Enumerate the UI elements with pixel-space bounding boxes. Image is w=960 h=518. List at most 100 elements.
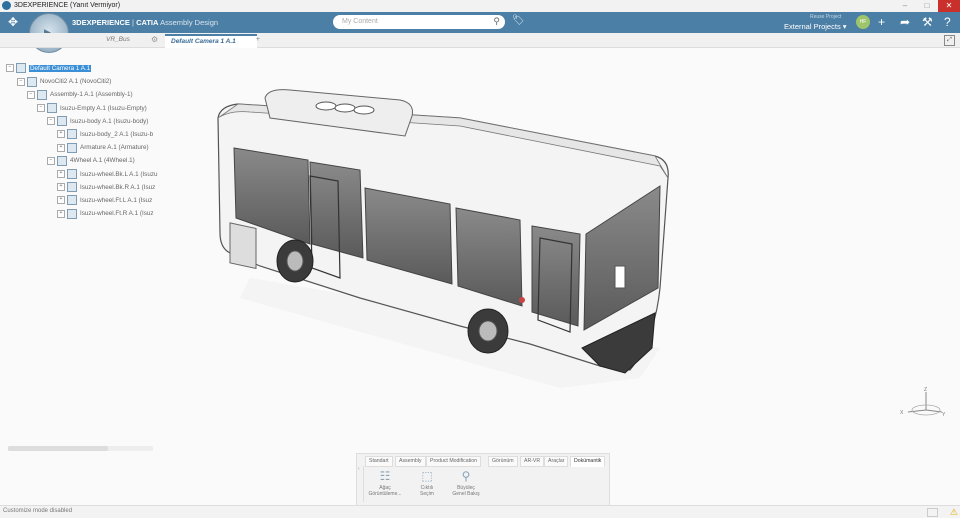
fullscreen-icon[interactable]: ⤢ bbox=[944, 35, 955, 46]
action-tab-product-modification[interactable]: Product Modification bbox=[426, 456, 481, 467]
warning-icon[interactable]: ⚠ bbox=[950, 507, 958, 518]
axis-y-label: Y bbox=[942, 412, 946, 418]
window-title: 3DEXPERIENCE (Yanıt Vermiyor) bbox=[14, 2, 121, 9]
action-tab-standart[interactable]: Standart bbox=[365, 456, 393, 467]
axis-triad-icon[interactable]: Z X Y bbox=[898, 386, 948, 426]
tree-view-icon: ☷ bbox=[379, 469, 391, 483]
new-tab-button[interactable]: + bbox=[250, 34, 266, 46]
tree-scrollbar-thumb[interactable] bbox=[8, 446, 108, 451]
tab-row: VR_Bus ⚙ Default Camera 1 A.1 + ⤢ bbox=[0, 33, 960, 48]
tree-node[interactable]: + Isuzu-wheel.Bk.R A.1 (Isuz bbox=[57, 181, 155, 194]
3d-viewport[interactable] bbox=[160, 48, 960, 453]
product-node-icon bbox=[67, 168, 77, 179]
magnifier-icon: ⚲ bbox=[461, 469, 471, 483]
close-button[interactable]: ✕ bbox=[938, 0, 960, 12]
collapse-icon[interactable]: − bbox=[47, 156, 55, 165]
status-bar: Customize mode disabled ⚠ bbox=[0, 505, 960, 518]
project-label: Reuse Project bbox=[810, 14, 842, 20]
tree-node-label[interactable]: Isuzu-wheel.Bk.R A.1 (Isuz bbox=[80, 184, 155, 191]
tab-vr-bus[interactable]: VR_Bus bbox=[100, 34, 136, 46]
product-node-icon bbox=[67, 142, 77, 153]
tree-node[interactable]: − Isuzu-body A.1 (Isuzu-body) bbox=[47, 115, 148, 128]
expand-icon[interactable]: + bbox=[57, 183, 65, 192]
tree-node[interactable]: + Isuzu-wheel.Ft.L A.1 (Isuz bbox=[57, 194, 152, 207]
product-node-icon bbox=[47, 102, 57, 113]
collapse-icon[interactable]: − bbox=[47, 117, 55, 126]
tree-node-label[interactable]: NovoCiti2 A.1 (NovoCiti2) bbox=[40, 78, 111, 85]
project-selector[interactable]: External Projects ▾ bbox=[784, 22, 847, 31]
tree-node-label[interactable]: Isuzu-wheel.Ft.L A.1 (Isuz bbox=[80, 197, 152, 204]
expand-icon[interactable]: + bbox=[57, 143, 65, 152]
status-text: Customize mode disabled bbox=[3, 508, 73, 514]
tree-node[interactable]: − 4Wheel A.1 (4Wheel.1) bbox=[47, 154, 135, 167]
tree-node-label[interactable]: Assembly-1 A.1 (Assembly-1) bbox=[50, 91, 133, 98]
product-node-icon bbox=[67, 129, 77, 140]
expand-icon[interactable]: + bbox=[57, 209, 65, 218]
action-tab-dokumantik[interactable]: Dokümantik bbox=[570, 456, 606, 467]
product-node-icon bbox=[67, 195, 77, 206]
expand-icon[interactable]: + bbox=[57, 130, 65, 139]
minimize-button[interactable]: – bbox=[894, 0, 916, 12]
top-bar: ✥ 3DEXPERIENCE | CATIA Assembly Design M… bbox=[0, 12, 960, 33]
add-icon[interactable]: + bbox=[878, 15, 885, 29]
help-icon[interactable]: ? bbox=[944, 15, 951, 29]
tree-node-label[interactable]: Default Camera 1 A.1 bbox=[29, 65, 92, 72]
tree-node-label[interactable]: Armature A.1 (Armature) bbox=[80, 144, 149, 151]
product-node-icon bbox=[37, 89, 47, 100]
collapse-icon[interactable]: − bbox=[37, 103, 45, 112]
app-brand: 3DEXPERIENCE | CATIA Assembly Design bbox=[72, 18, 219, 27]
action-tab-ar-vr[interactable]: AR-VR bbox=[520, 456, 545, 467]
tools-icon[interactable]: ⚒ bbox=[922, 15, 933, 29]
axis-x-label: X bbox=[900, 410, 904, 416]
search-icon[interactable]: ⚲ bbox=[493, 16, 500, 27]
product-node-icon bbox=[57, 116, 67, 127]
maximize-button[interactable]: □ bbox=[916, 0, 938, 12]
tree-node-label[interactable]: Isuzu-body_2 A.1 (Isuzu-b bbox=[80, 131, 153, 138]
tree-node[interactable]: + Isuzu-wheel.Bk.L A.1 (Isuzu bbox=[57, 168, 157, 181]
tree-node[interactable]: − Default Camera 1 A.1 bbox=[6, 62, 92, 75]
action-tab-gorunum[interactable]: Görünüm bbox=[488, 456, 518, 467]
action-bar-collapse-icon[interactable]: ‹ bbox=[358, 466, 364, 502]
tab-default-camera[interactable]: Default Camera 1 A.1 bbox=[165, 34, 257, 48]
tree-node-label[interactable]: Isuzu-body A.1 (Isuzu-body) bbox=[70, 118, 148, 125]
window-titlebar: 3DEXPERIENCE (Yanıt Vermiyor) – □ ✕ bbox=[0, 0, 960, 12]
tree-node-label[interactable]: Isuzu-wheel.Bk.L A.1 (Isuzu bbox=[80, 171, 157, 178]
status-panel-icon[interactable] bbox=[927, 508, 938, 517]
tree-node[interactable]: + Isuzu-wheel.Ft.R A.1 (Isuz bbox=[57, 207, 154, 220]
product-node-icon bbox=[67, 208, 77, 219]
gear-icon[interactable]: ⚙ bbox=[151, 35, 158, 44]
selection-button[interactable]: ⬚ Cıktılı Seçim bbox=[407, 469, 447, 497]
tree-node[interactable]: − Isuzu-Empty A.1 (Isuzu-Empty) bbox=[37, 102, 147, 115]
collapse-icon[interactable]: − bbox=[6, 64, 14, 73]
avatar[interactable]: HF bbox=[856, 15, 870, 29]
expand-icon[interactable]: + bbox=[57, 196, 65, 205]
product-node-icon bbox=[57, 155, 67, 166]
axis-z-label: Z bbox=[924, 387, 927, 393]
product-node-icon bbox=[27, 76, 37, 87]
action-tab-assembly[interactable]: Assembly bbox=[395, 456, 426, 467]
tag-icon[interactable]: 🏷︎ bbox=[512, 15, 525, 26]
chevron-down-icon: ▾ bbox=[842, 22, 847, 31]
selection-icon: ⬚ bbox=[421, 469, 433, 483]
expand-icon[interactable]: + bbox=[57, 169, 65, 178]
tree-node[interactable]: − NovoCiti2 A.1 (NovoCiti2) bbox=[17, 75, 111, 88]
tree-node[interactable]: + Isuzu-body_2 A.1 (Isuzu-b bbox=[57, 128, 153, 141]
specification-tree: − Default Camera 1 A.1− NovoCiti2 A.1 (Nov… bbox=[0, 48, 160, 453]
share-icon[interactable]: ➦ bbox=[900, 15, 910, 29]
collapse-icon[interactable]: − bbox=[17, 77, 25, 86]
magnifier-button[interactable]: ⚲ Büyüleç Genel Bakış bbox=[446, 469, 486, 497]
action-tab-araclar[interactable]: Araçlar bbox=[544, 456, 569, 467]
ds-logo-icon[interactable]: ✥ bbox=[8, 15, 18, 29]
tree-node[interactable]: − Assembly-1 A.1 (Assembly-1) bbox=[27, 88, 133, 101]
collapse-icon[interactable]: − bbox=[27, 90, 35, 99]
tree-node-label[interactable]: Isuzu-Empty A.1 (Isuzu-Empty) bbox=[60, 105, 147, 112]
search-box[interactable]: My Content ⚲ bbox=[333, 15, 505, 29]
search-input[interactable]: My Content bbox=[342, 18, 378, 25]
product-node-icon bbox=[16, 63, 26, 74]
bus-model[interactable] bbox=[160, 48, 960, 453]
tree-view-button[interactable]: ☷ Ağaç Görüntüleme... bbox=[365, 469, 405, 497]
tree-node-label[interactable]: Isuzu-wheel.Ft.R A.1 (Isuz bbox=[80, 210, 154, 217]
app-logo-icon bbox=[2, 1, 11, 10]
tree-node[interactable]: + Armature A.1 (Armature) bbox=[57, 141, 149, 154]
tree-node-label[interactable]: 4Wheel A.1 (4Wheel.1) bbox=[70, 157, 135, 164]
